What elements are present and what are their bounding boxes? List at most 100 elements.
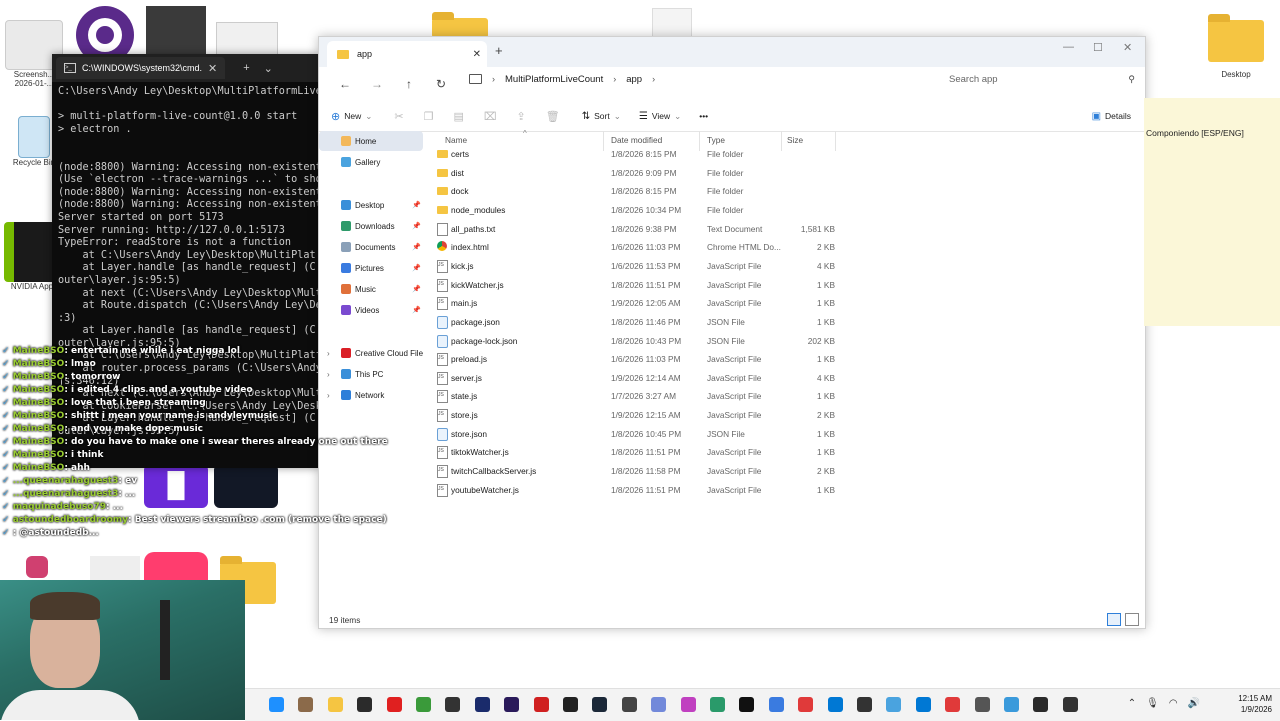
taskbar-app-icon[interactable] (592, 697, 608, 712)
new-tab-icon[interactable]: + (495, 43, 503, 58)
address-bar[interactable]: › MultiPlatformLiveCount › app › (469, 69, 939, 89)
file-row[interactable]: store.json 1/8/2026 10:45 PM JSON File 1 KB (427, 425, 1127, 443)
file-explorer-window[interactable]: app ✕ + — ☐ ✕ ← → ↑ ↻ › MultiPlatformLiv… (318, 36, 1146, 629)
file-row[interactable]: twitchCallbackServer.js 1/8/2026 11:58 PM… (427, 462, 1127, 480)
file-row[interactable]: preload.js 1/6/2026 11:03 PM JavaScript Fi… (427, 350, 1127, 368)
taskbar-app-icon[interactable] (768, 697, 784, 712)
search-box[interactable]: Search app ⚲ (949, 69, 1135, 89)
taskbar-app-icon[interactable] (886, 697, 902, 712)
taskbar-app-icon[interactable] (533, 697, 549, 712)
youtube-thumb-icon[interactable] (90, 556, 140, 580)
file-row[interactable]: dock 1/8/2026 8:15 PM File folder (427, 182, 1127, 200)
taskbar-app-icon[interactable] (386, 697, 402, 712)
file-row[interactable]: youtubeWatcher.js 1/8/2026 11:51 PM JavaSc… (427, 481, 1127, 499)
wifi-icon[interactable]: ◠ (1169, 698, 1178, 709)
taskbar-app-icon[interactable] (621, 697, 637, 712)
nav-item-videos[interactable]: Videos 📌 (319, 300, 423, 320)
instagram-icon[interactable] (26, 556, 48, 578)
file-row[interactable]: main.js 1/9/2026 12:05 AM JavaScript File 1… (427, 294, 1127, 312)
photo-thumbnail-icon[interactable] (146, 6, 206, 54)
taskbar-app-icon[interactable] (445, 697, 461, 712)
back-arrow-icon[interactable]: ← (329, 77, 361, 91)
more-options-button[interactable]: ••• (699, 111, 708, 121)
ubisoft-icon[interactable] (74, 6, 138, 64)
close-tab-icon[interactable]: ✕ (208, 62, 217, 75)
nav-item-downloads[interactable]: Downloads 📌 (319, 216, 423, 236)
share-icon[interactable]: ⇪ (517, 110, 526, 123)
chevron-up-icon[interactable]: ⌃ (1128, 698, 1136, 709)
column-size[interactable]: Size (787, 135, 803, 145)
nav-item-desktop[interactable]: Desktop 📌 (319, 195, 423, 215)
taskbar-app-icon[interactable] (857, 697, 872, 712)
taskbar-app-icon[interactable] (739, 697, 755, 712)
nav-item-music[interactable]: Music 📌 (319, 279, 423, 299)
explorer-tab-app[interactable]: app ✕ (327, 41, 487, 67)
file-row[interactable]: tiktokWatcher.js 1/8/2026 11:51 PM JavaScr… (427, 443, 1127, 461)
file-row[interactable]: store.js 1/9/2026 12:15 AM JavaScript File… (427, 406, 1127, 424)
file-row[interactable]: dist 1/8/2026 9:09 PM File folder (427, 164, 1127, 182)
cmd-tab[interactable]: >_ C:\WINDOWS\system32\cmd. ✕ (56, 57, 226, 79)
taskbar-app-icon[interactable] (504, 697, 520, 712)
taskbar-app-icon[interactable] (563, 697, 578, 712)
maximize-icon[interactable]: ☐ (1093, 41, 1103, 54)
taskbar-app-icon[interactable] (1062, 697, 1078, 712)
volume-icon[interactable]: 🔊 (1188, 698, 1200, 709)
refresh-icon[interactable]: ↻ (425, 77, 457, 91)
taskbar-app-icon[interactable] (915, 697, 931, 712)
taskbar-app-icon[interactable] (1004, 697, 1019, 712)
view-button[interactable]: ☰ View ⌄ (639, 111, 681, 122)
breadcrumb-item[interactable]: app (626, 74, 642, 85)
desktop-icon-desktop-folder[interactable]: Desktop (1206, 14, 1266, 79)
nav-item-pictures[interactable]: Pictures 📌 (319, 258, 423, 278)
taskbar-app-icon[interactable] (945, 697, 961, 712)
taskbar-app-icon[interactable] (651, 697, 667, 712)
close-window-icon[interactable]: ✕ (1123, 41, 1132, 54)
file-row[interactable]: node_modules 1/8/2026 10:34 PM File folder (427, 201, 1127, 219)
taskbar-app-icon[interactable] (974, 697, 990, 712)
minimize-icon[interactable]: — (1063, 41, 1074, 53)
nav-item-documents[interactable]: Documents 📌 (319, 237, 423, 257)
file-row[interactable]: server.js 1/9/2026 12:14 AM JavaScript Fil… (427, 369, 1127, 387)
details-view-icon[interactable] (1107, 613, 1121, 626)
new-tab-icon[interactable]: + (243, 62, 249, 74)
nav-item-home[interactable]: Home (319, 131, 423, 151)
chevron-down-icon[interactable]: ⌄ (264, 62, 273, 75)
nav-item-gallery[interactable]: Gallery (319, 152, 423, 172)
new-button[interactable]: ⊕ New ⌄ (331, 110, 372, 123)
sort-button[interactable]: ⇅ Sort ⌄ (582, 111, 621, 122)
close-tab-icon[interactable]: ✕ (473, 49, 481, 60)
file-row[interactable]: certs 1/8/2026 8:15 PM File folder (427, 145, 1127, 163)
background-window[interactable]: Componiendo [ESP/ENG] (1144, 98, 1280, 326)
breadcrumb-item[interactable]: MultiPlatformLiveCount (505, 74, 603, 85)
column-type[interactable]: Type (707, 135, 725, 145)
taskbar-app-icon[interactable] (474, 697, 490, 712)
taskbar-app-icon[interactable] (298, 697, 314, 712)
cut-icon[interactable]: ✂ (394, 110, 403, 123)
copy-icon[interactable]: ❐ (424, 110, 434, 123)
rename-icon[interactable]: ⌧ (484, 110, 497, 123)
window-thumbnail-icon[interactable] (216, 22, 278, 58)
taskbar-app-icon[interactable] (710, 697, 725, 712)
column-date[interactable]: Date modified (611, 135, 662, 145)
file-row[interactable]: all_paths.txt 1/8/2026 9:38 PM Text Docume… (427, 220, 1127, 238)
taskbar-app-icon[interactable] (827, 697, 843, 712)
file-row[interactable]: index.html 1/6/2026 11:03 PM Chrome HTML D… (427, 238, 1127, 256)
file-row[interactable]: package-lock.json 1/8/2026 10:43 PM JSON F… (427, 332, 1127, 350)
forward-arrow-icon[interactable]: → (361, 77, 393, 91)
file-row[interactable]: kick.js 1/6/2026 11:53 PM JavaScript File 4… (427, 257, 1127, 275)
folder-top-icon[interactable] (432, 12, 488, 38)
search-icon[interactable]: ⚲ (1128, 74, 1135, 85)
clock[interactable]: 12:15 AM 1/9/2026 (1238, 693, 1272, 715)
taskbar-app-icon[interactable] (327, 697, 343, 712)
taskbar-app-icon[interactable] (1033, 697, 1049, 712)
taskbar-app-icon[interactable] (269, 697, 284, 712)
file-row[interactable]: state.js 1/7/2026 3:27 AM JavaScript File 1… (427, 387, 1127, 405)
cmd-titlebar[interactable]: >_ C:\WINDOWS\system32\cmd. ✕ + ⌄ (52, 54, 320, 82)
taskbar-app-icon[interactable] (680, 697, 696, 712)
paste-icon[interactable]: ▤ (453, 110, 463, 123)
taskbar-app-icon[interactable] (416, 697, 431, 712)
microphone-icon[interactable]: 🎙 (1146, 698, 1159, 709)
taskbar-app-icon[interactable] (357, 697, 373, 712)
file-row[interactable]: package.json 1/8/2026 11:46 PM JSON File 1 … (427, 313, 1127, 331)
delete-icon[interactable]: 🗑 (546, 110, 560, 123)
